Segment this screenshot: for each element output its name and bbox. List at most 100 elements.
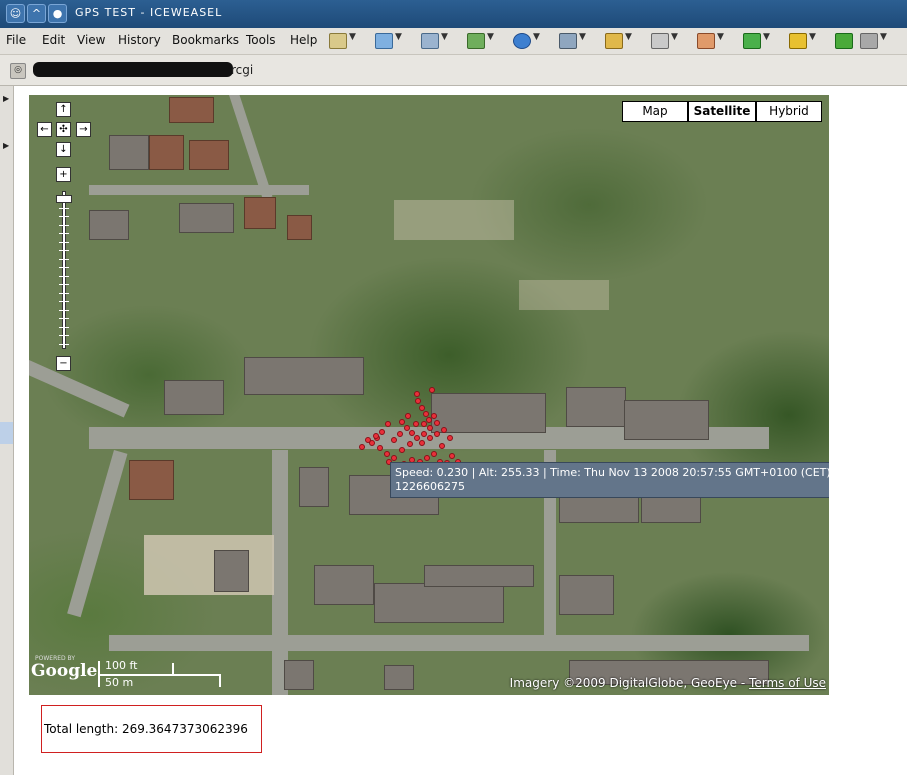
gps-point-marker[interactable] xyxy=(391,455,397,461)
road xyxy=(89,185,309,195)
gps-point-marker[interactable] xyxy=(397,431,403,437)
zoom-tick xyxy=(59,207,69,209)
scale-bar xyxy=(98,674,221,676)
gps-point-marker[interactable] xyxy=(385,421,391,427)
gps-point-marker[interactable] xyxy=(441,427,447,433)
zoom-tick xyxy=(59,250,69,251)
gps-point-marker[interactable] xyxy=(424,455,430,461)
zoom-tick xyxy=(59,292,69,294)
total-length-box: Total length: 269.3647373062396 xyxy=(41,705,262,753)
site-identity-icon[interactable]: ◎ xyxy=(10,63,26,79)
building-roof xyxy=(566,387,626,427)
user-icon xyxy=(697,33,715,49)
gps-point-marker[interactable] xyxy=(413,421,419,427)
gps-point-marker[interactable] xyxy=(439,443,445,449)
gps-point-marker[interactable] xyxy=(427,435,433,441)
gps-point-marker[interactable] xyxy=(434,420,440,426)
building-roof xyxy=(284,660,314,690)
gps-point-marker[interactable] xyxy=(419,440,425,446)
shade-button[interactable]: ● xyxy=(48,4,67,23)
gps-point-marker[interactable] xyxy=(421,421,427,427)
zoom-out-button[interactable]: − xyxy=(56,356,71,371)
chevron-down-icon: ▼ xyxy=(763,32,770,42)
map-type-map-button[interactable]: Map xyxy=(622,101,688,122)
map-type-hybrid-button[interactable]: Hybrid xyxy=(756,101,822,122)
gps-point-marker[interactable] xyxy=(405,413,411,419)
pan-left-button[interactable]: ← xyxy=(37,122,52,137)
gps-point-marker[interactable] xyxy=(414,391,420,397)
gps-point-marker[interactable] xyxy=(431,451,437,457)
sidebar-strip: ▶ ▶ xyxy=(0,86,14,775)
satellite-map[interactable]: ↑ ← ✣ → ↓ + − Map Satellite Hybrid Speed… xyxy=(29,95,829,695)
menu-view[interactable]: View xyxy=(77,33,105,47)
menu-bookmarks[interactable]: Bookmarks xyxy=(172,33,239,47)
road xyxy=(109,635,809,651)
chevron-down-icon: ▼ xyxy=(441,32,448,42)
map-type-satellite-button[interactable]: Satellite xyxy=(688,101,756,122)
chevron-down-icon: ▼ xyxy=(395,32,402,42)
gps-point-marker[interactable] xyxy=(429,387,435,393)
gps-point-marker[interactable] xyxy=(427,425,433,431)
gps-point-marker[interactable] xyxy=(434,431,440,437)
address-bar[interactable]: ◎ rcgi xyxy=(0,55,907,86)
zoom-slider-track[interactable] xyxy=(59,191,69,349)
gps-point-marker[interactable] xyxy=(391,437,397,443)
pan-right-button[interactable]: → xyxy=(76,122,91,137)
map-scale: 100 ft 50 m xyxy=(98,659,222,691)
gps-point-marker[interactable] xyxy=(359,444,365,450)
building-roof xyxy=(374,583,504,623)
building-roof xyxy=(299,467,329,507)
window-titlebar: ☺ ^ ● GPS TEST - ICEWEASEL xyxy=(0,0,907,28)
gps-point-marker[interactable] xyxy=(407,441,413,447)
pan-down-button[interactable]: ↓ xyxy=(56,142,71,157)
window-icon xyxy=(421,33,439,49)
menu-help[interactable]: Help xyxy=(290,33,317,47)
gps-point-marker[interactable] xyxy=(419,405,425,411)
menu-tools[interactable]: Tools xyxy=(246,33,276,47)
zoom-in-button[interactable]: + xyxy=(56,167,71,182)
gps-point-marker[interactable] xyxy=(365,437,371,443)
chevron-down-icon: ▼ xyxy=(533,32,540,42)
sidebar-selection xyxy=(0,422,13,444)
gps-point-tooltip: Speed: 0.230 | Alt: 255.33 | Time: Thu N… xyxy=(390,462,829,498)
gps-point-marker[interactable] xyxy=(379,429,385,435)
road xyxy=(229,95,273,200)
menu-history[interactable]: History xyxy=(118,33,161,47)
terms-of-use-link[interactable]: Terms of Use xyxy=(749,676,826,690)
gps-point-marker[interactable] xyxy=(409,430,415,436)
url-text[interactable]: rcgi xyxy=(231,63,253,77)
expand-arrow-icon[interactable]: ▶ xyxy=(3,141,9,150)
zoom-slider-thumb[interactable] xyxy=(56,195,72,203)
gps-point-marker[interactable] xyxy=(377,445,383,451)
gps-point-marker[interactable] xyxy=(431,413,437,419)
chevron-down-icon: ▼ xyxy=(671,32,678,42)
gps-point-marker[interactable] xyxy=(399,419,405,425)
imagery-credit-text: Imagery ©2009 DigitalGlobe, GeoEye - xyxy=(509,676,746,690)
powered-by-label: POWERED BY xyxy=(35,655,76,662)
google-logo[interactable]: POWERED BY Google xyxy=(31,655,97,681)
road xyxy=(67,450,128,618)
pan-center-button[interactable]: ✣ xyxy=(56,122,71,137)
gps-point-marker[interactable] xyxy=(373,433,379,439)
menu-file[interactable]: File xyxy=(6,33,26,47)
gps-point-marker[interactable] xyxy=(415,398,421,404)
gps-point-marker[interactable] xyxy=(404,425,410,431)
gps-point-marker[interactable] xyxy=(449,453,455,459)
gps-point-marker[interactable] xyxy=(421,431,427,437)
info-icon xyxy=(513,33,531,49)
checkmark-icon xyxy=(835,33,853,49)
zoom-tick xyxy=(59,233,69,234)
building-roof xyxy=(214,550,249,592)
building-roof xyxy=(244,357,364,395)
zoom-tick xyxy=(59,318,69,319)
building-roof xyxy=(129,460,174,500)
menu-edit[interactable]: Edit xyxy=(42,33,65,47)
window-menu-button[interactable]: ^ xyxy=(27,4,46,23)
expand-arrow-icon[interactable]: ▶ xyxy=(3,94,9,103)
gps-point-marker[interactable] xyxy=(399,447,405,453)
gps-point-marker[interactable] xyxy=(384,451,390,457)
gps-point-marker[interactable] xyxy=(447,435,453,441)
zoom-tick xyxy=(59,343,69,345)
building-roof xyxy=(89,210,129,240)
pan-up-button[interactable]: ↑ xyxy=(56,102,71,117)
